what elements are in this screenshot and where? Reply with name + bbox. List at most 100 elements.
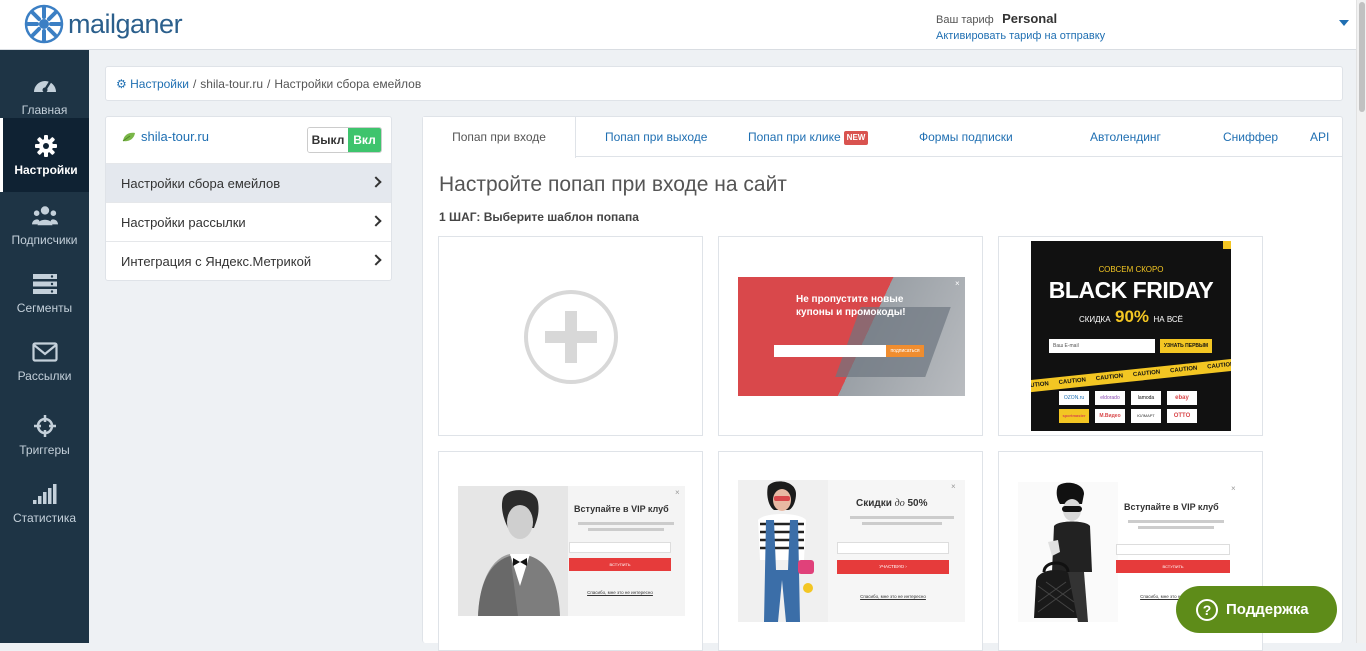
top-header: mailganer Ваш тариф Personal Активироват… xyxy=(0,0,1356,50)
sale-title-prefix: Скидки xyxy=(856,498,892,509)
page-scrollbar[interactable] xyxy=(1356,0,1366,643)
site-enable-toggle[interactable]: Выкл Вкл xyxy=(307,127,382,153)
tab-autolanding[interactable]: Автолендинг xyxy=(1090,117,1161,157)
scrollbar-thumb[interactable] xyxy=(1359,2,1365,112)
tab-label: Попап при входе xyxy=(452,130,546,144)
brand-logo: sportmaster xyxy=(1059,409,1089,423)
logo[interactable]: mailganer xyxy=(24,4,183,44)
vip-woman-subtitle-line xyxy=(1138,526,1214,529)
brand-logo: OZON.ru xyxy=(1059,391,1089,405)
bf-discount-value: 90% xyxy=(1115,307,1150,326)
vip-woman-title: Вступайте в VIP клуб xyxy=(1124,502,1219,512)
sidebar-item-settings[interactable]: Настройки xyxy=(0,118,89,192)
bf-title: BLACK FRIDAY xyxy=(1048,277,1214,303)
template-blank[interactable] xyxy=(438,236,703,436)
menu-item-email-collection[interactable]: Настройки сбора емейлов xyxy=(106,164,391,203)
brand-logo: OTTO xyxy=(1167,409,1197,423)
bf-discount-prefix: СКИДКА xyxy=(1078,315,1111,324)
tab-label: Формы подписки xyxy=(919,130,1013,144)
sidebar-item-segments[interactable]: Сегменты xyxy=(0,260,89,328)
sidebar-item-subscribers[interactable]: Подписчики xyxy=(0,192,89,260)
template-black-friday[interactable]: СОВСЕМ СКОРО BLACK FRIDAY СКИДКА 90% НА … xyxy=(998,236,1263,436)
site-row: shila-tour.ru Выкл Вкл xyxy=(106,117,391,164)
vip-man-join-button: ВСТУПИТЬ xyxy=(569,558,671,571)
segments-icon xyxy=(32,274,57,294)
tab-sniffer[interactable]: Сниффер xyxy=(1223,117,1278,157)
sidebar: Главная Настройки Подписчики Сегменты Ра… xyxy=(0,50,89,643)
man-photo xyxy=(458,486,568,616)
tariff-plan: Personal xyxy=(1002,11,1058,26)
support-label: Поддержка xyxy=(1226,601,1309,618)
sidebar-label: Статистика xyxy=(12,511,77,525)
caution-tape: CAUTION CAUTION CAUTION CAUTION CAUTION CAUTI… xyxy=(1031,357,1231,393)
menu-item-mailing-settings[interactable]: Настройки рассылки xyxy=(106,203,391,242)
brand-logo: eldorado xyxy=(1095,391,1125,405)
caution-text: CAUTION xyxy=(1207,361,1231,371)
breadcrumb-settings-link[interactable]: Настройки xyxy=(130,77,189,91)
breadcrumb-separator: / xyxy=(192,77,197,91)
account-dropdown-caret-icon[interactable] xyxy=(1339,20,1349,26)
tab-api[interactable]: API xyxy=(1310,117,1329,157)
menu-item-label: Настройки рассылки xyxy=(121,215,246,230)
caution-text: CAUTION xyxy=(1169,365,1198,375)
menu-item-label: Настройки сбора емейлов xyxy=(121,176,281,191)
coupons-preview: Не пропустите новые купоны и промокоды! … xyxy=(738,277,965,396)
sidebar-item-triggers[interactable]: Триггеры xyxy=(0,402,89,470)
menu-item-yandex-metrika[interactable]: Интеграция с Яндекс.Метрикой xyxy=(106,242,391,281)
coupons-title-line2: купоны и промокоды! xyxy=(796,307,906,318)
close-icon: × xyxy=(955,279,960,288)
toggle-on-button[interactable]: Вкл xyxy=(348,128,381,152)
brand-logo: ebay xyxy=(1167,391,1197,405)
sidebar-label: Триггеры xyxy=(19,443,70,457)
users-icon xyxy=(31,206,58,226)
vip-man-preview: Вступайте в VIP клуб ВСТУПИТЬ Спасибо, м… xyxy=(458,486,685,616)
template-sale[interactable]: Скидки до 50% УЧАСТВУЮ › Спасибо, мне эт… xyxy=(718,451,983,651)
woman-bag-photo xyxy=(1018,482,1118,622)
close-icon: × xyxy=(1231,484,1236,493)
question-icon: ? xyxy=(1196,598,1218,621)
close-icon: × xyxy=(675,488,680,497)
sale-preview: Скидки до 50% УЧАСТВУЮ › Спасибо, мне эт… xyxy=(738,480,965,622)
sidebar-item-mailings[interactable]: Рассылки xyxy=(0,328,89,396)
black-friday-preview: СОВСЕМ СКОРО BLACK FRIDAY СКИДКА 90% НА … xyxy=(1031,241,1231,431)
bf-email-input: Ваш E-mail xyxy=(1049,339,1155,353)
toggle-off-button[interactable]: Выкл xyxy=(308,128,348,152)
sale-title-italic: до xyxy=(894,498,905,509)
tariff-block: Ваш тариф Personal Активировать тариф на… xyxy=(936,10,1105,42)
sidebar-item-statistics[interactable]: Статистика xyxy=(0,470,89,538)
sidebar-label: Подписчики xyxy=(11,233,78,247)
breadcrumb: ⚙ Настройки / shila-tour.ru / Настройки сбор… xyxy=(105,66,1343,101)
site-name-link[interactable]: shila-tour.ru xyxy=(141,129,209,144)
bf-discount-suffix: НА ВСЁ xyxy=(1153,315,1184,324)
template-coupons[interactable]: Не пропустите новые купоны и промокоды! … xyxy=(718,236,983,436)
tab-popup-on-exit[interactable]: Попап при выходе xyxy=(605,117,707,157)
sale-title: Скидки до 50% xyxy=(856,498,928,509)
menu-item-label: Интеграция с Яндекс.Метрикой xyxy=(121,254,312,269)
bf-top-text: СОВСЕМ СКОРО xyxy=(1098,265,1164,274)
sale-participate-button: УЧАСТВУЮ › xyxy=(837,560,949,574)
chevron-right-icon xyxy=(370,215,382,227)
corner-close-icon xyxy=(1223,241,1231,249)
coupons-subscribe-button: подписаться xyxy=(886,345,924,357)
tab-subscribe-forms[interactable]: Формы подписки xyxy=(919,117,1013,157)
signal-icon xyxy=(32,484,56,504)
site-leaf-icon xyxy=(122,132,135,142)
tab-label: Автолендинг xyxy=(1090,130,1161,144)
activate-tariff-link[interactable]: Активировать тариф на отправку xyxy=(936,30,1105,42)
vip-man-email-input xyxy=(569,542,671,553)
tab-label: Сниффер xyxy=(1223,130,1279,144)
envelope-icon xyxy=(31,342,58,362)
page-title: Настройте попап при входе на сайт xyxy=(439,173,787,196)
bf-notify-button: УЗНАТЬ ПЕРВЫМ xyxy=(1160,339,1212,353)
caution-text: CAUTION xyxy=(1095,373,1124,383)
brand-logos: OZON.ru eldorado lamoda ebay sportmaster… xyxy=(1059,391,1197,423)
support-button[interactable]: ? Поддержка xyxy=(1176,586,1337,633)
template-vip-man[interactable]: Вступайте в VIP клуб ВСТУПИТЬ Спасибо, м… xyxy=(438,451,703,651)
tab-label: API xyxy=(1310,130,1330,144)
tab-popup-on-enter[interactable]: Попап при входе xyxy=(423,117,576,158)
caution-text: CAUTION xyxy=(1132,369,1161,379)
woman-photo xyxy=(738,480,828,622)
brand-logo: lamoda xyxy=(1131,391,1161,405)
sale-subtitle-line xyxy=(862,522,942,525)
tab-popup-on-click[interactable]: Попап при клике NEW xyxy=(748,117,869,157)
